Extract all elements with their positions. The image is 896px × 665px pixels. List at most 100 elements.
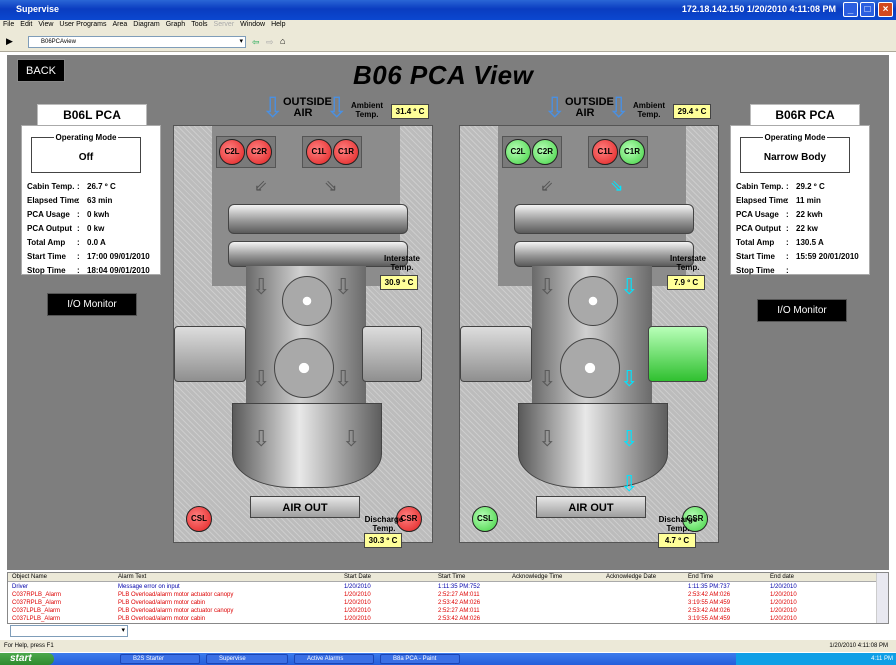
table-row[interactable]: Driver Message error on input 1/20/2010 1:1… [8,583,878,591]
right-discharge-value: 4.7 º C [658,533,696,548]
alarm-scrollbar[interactable] [876,573,888,623]
table-row[interactable]: C037LPLB_Alarm PLB Overload/alarm motor c… [8,615,878,623]
task-supervise[interactable]: Supervise [206,654,288,664]
back-arrow-icon[interactable]: ⇦ [252,37,260,48]
right-c2r-indicator[interactable]: C2R [532,139,558,165]
menu-tools[interactable]: Tools [188,20,210,29]
task-active-alarms[interactable]: Active Alarms [294,654,374,664]
filter-combo[interactable]: ▾ [10,625,128,637]
left-c1l-indicator[interactable]: C1L [306,139,332,165]
window-titlebar: Supervise 172.18.142.150 1/20/2010 4:11:… [0,0,896,20]
flow-arrow-icon: ⇩ [334,274,353,299]
menu-diagram[interactable]: Diagram [130,20,162,29]
table-row[interactable]: C037RPLB_Alarm PLB Overload/alarm motor a… [8,591,878,599]
left-row-output: PCA Output:0 kw [27,224,105,233]
col-end-date[interactable]: End date [770,574,794,580]
left-io-monitor-button[interactable]: I/O Monitor [47,293,137,316]
start-button[interactable]: start [0,653,54,665]
left-discharge-label: Discharge Temp. [364,515,404,533]
left-outside-air-label: OUTSIDE AIR [283,96,332,119]
menu-area[interactable]: Area [109,20,130,29]
inlet-arrow-icon: ⇩ [325,92,349,123]
flow-arrow-icon: ⇘ [610,178,624,195]
col-end-time[interactable]: End Time [688,574,713,580]
left-air-out-label: AIR OUT [250,496,360,518]
system-info: 172.18.142.150 1/20/2010 4:11:08 PM [681,4,836,14]
right-op-mode-label: Operating Mode [762,133,828,142]
right-row-cabin-temp: Cabin Temp.:29.2 º C [736,182,825,191]
col-object-name[interactable]: Object Name [12,574,47,580]
home-icon[interactable]: ⌂ [280,36,285,46]
left-csl-indicator[interactable]: CSL [186,506,212,532]
right-c2l-indicator[interactable]: C2L [505,139,531,165]
task-b2s-starter[interactable]: B2S Starter [120,654,200,664]
chevron-down-icon[interactable]: ▾ [121,626,125,634]
menu-window[interactable]: Window [237,20,268,29]
menu-file[interactable]: File [0,20,17,29]
taskbar: start B2S Starter Supervise Active Alarm… [0,653,896,665]
minimize-button[interactable]: _ [843,2,858,17]
chevron-down-icon[interactable]: ▾ [239,37,243,47]
left-op-mode-label: Operating Mode [53,133,119,142]
right-fan-2-icon [560,338,620,398]
flow-arrow-icon: ⇩ [334,366,353,391]
menu-help[interactable]: Help [268,20,288,29]
left-c2r-indicator[interactable]: C2R [246,139,272,165]
play-icon[interactable]: ▶ [6,36,13,47]
left-info-panel: Operating Mode Off Cabin Temp.:26.7 º C … [21,125,161,275]
right-c1l-indicator[interactable]: C1L [592,139,618,165]
flow-arrow-icon: ⇩ [538,274,557,299]
view-address-combo[interactable]: B06PCAview ▾ [28,36,246,48]
task-paint[interactable]: B8a PCA - Paint [380,654,460,664]
right-csl-indicator[interactable]: CSL [472,506,498,532]
left-operating-mode: Operating Mode Off [31,133,141,173]
left-c1r-indicator[interactable]: C1R [333,139,359,165]
flow-arrow-icon: ⇩ [252,274,271,299]
col-ack-date[interactable]: Acknowledge Date [606,574,656,580]
back-button[interactable]: BACK [17,59,65,82]
right-io-monitor-button[interactable]: I/O Monitor [757,299,847,322]
tray-clock: 4:11 PM [871,656,893,662]
status-bar: For Help, press F1 1/20/2010 4:11:08 PM [0,640,896,652]
flow-arrow-icon: ⇩ [538,426,557,451]
menu-edit[interactable]: Edit [17,20,35,29]
flow-arrow-icon: ⇩ [620,426,639,451]
right-row-total-amp: Total Amp:130.5 A [736,238,824,247]
flow-arrow-icon: ⇩ [252,366,271,391]
address-value: B06PCAview [41,39,76,45]
status-datetime: 1/20/2010 4:11:08 PM [829,643,888,649]
left-row-usage: PCA Usage:0 kwh [27,210,110,219]
col-ack-time[interactable]: Acknowledge Time [512,574,562,580]
col-start-time[interactable]: Start Time [438,574,465,580]
left-motor-right [362,326,422,382]
menu-bar: File Edit View User Programs Area Diagram Grap… [0,20,896,32]
flow-arrow-icon: ⇩ [538,366,557,391]
right-operating-mode: Operating Mode Narrow Body [740,133,850,173]
left-c2l-indicator[interactable]: C2L [219,139,245,165]
right-motor-right [648,326,708,382]
left-interstate-value: 30.9 º C [380,275,418,290]
flow-arrow-icon: ⇩ [620,471,639,496]
menu-user-programs[interactable]: User Programs [56,20,109,29]
table-row[interactable]: C037RPLB_Alarm PLB Overload/alarm motor c… [8,599,878,607]
left-fan-1-icon [282,276,332,326]
inlet-arrow-icon: ⇩ [543,92,567,123]
right-row-stop-time: Stop Time: [736,266,789,275]
flow-arrow-icon: ⇙ [254,178,268,195]
forward-arrow-icon[interactable]: ⇨ [266,37,274,48]
page-title: B06 PCA View [353,60,534,90]
close-button[interactable]: × [878,2,893,17]
col-alarm-text[interactable]: Alarm Text [118,574,146,580]
menu-graph[interactable]: Graph [163,20,188,29]
menu-view[interactable]: View [35,20,56,29]
alarm-list: Object Name Alarm Text Start Date Start … [7,572,889,624]
right-c1r-indicator[interactable]: C1R [619,139,645,165]
maximize-button[interactable]: □ [860,2,875,17]
right-op-mode-value: Narrow Body [763,152,827,163]
col-start-date[interactable]: Start Date [344,574,371,580]
flow-arrow-icon: ⇙ [540,178,554,195]
flow-arrow-icon: ⇩ [620,366,639,391]
menu-server[interactable]: Server [211,20,238,29]
table-row[interactable]: C037LPLB_Alarm PLB Overload/alarm motor a… [8,607,878,615]
left-row-elapsed: Elapsed Time: 63 min [27,196,113,205]
